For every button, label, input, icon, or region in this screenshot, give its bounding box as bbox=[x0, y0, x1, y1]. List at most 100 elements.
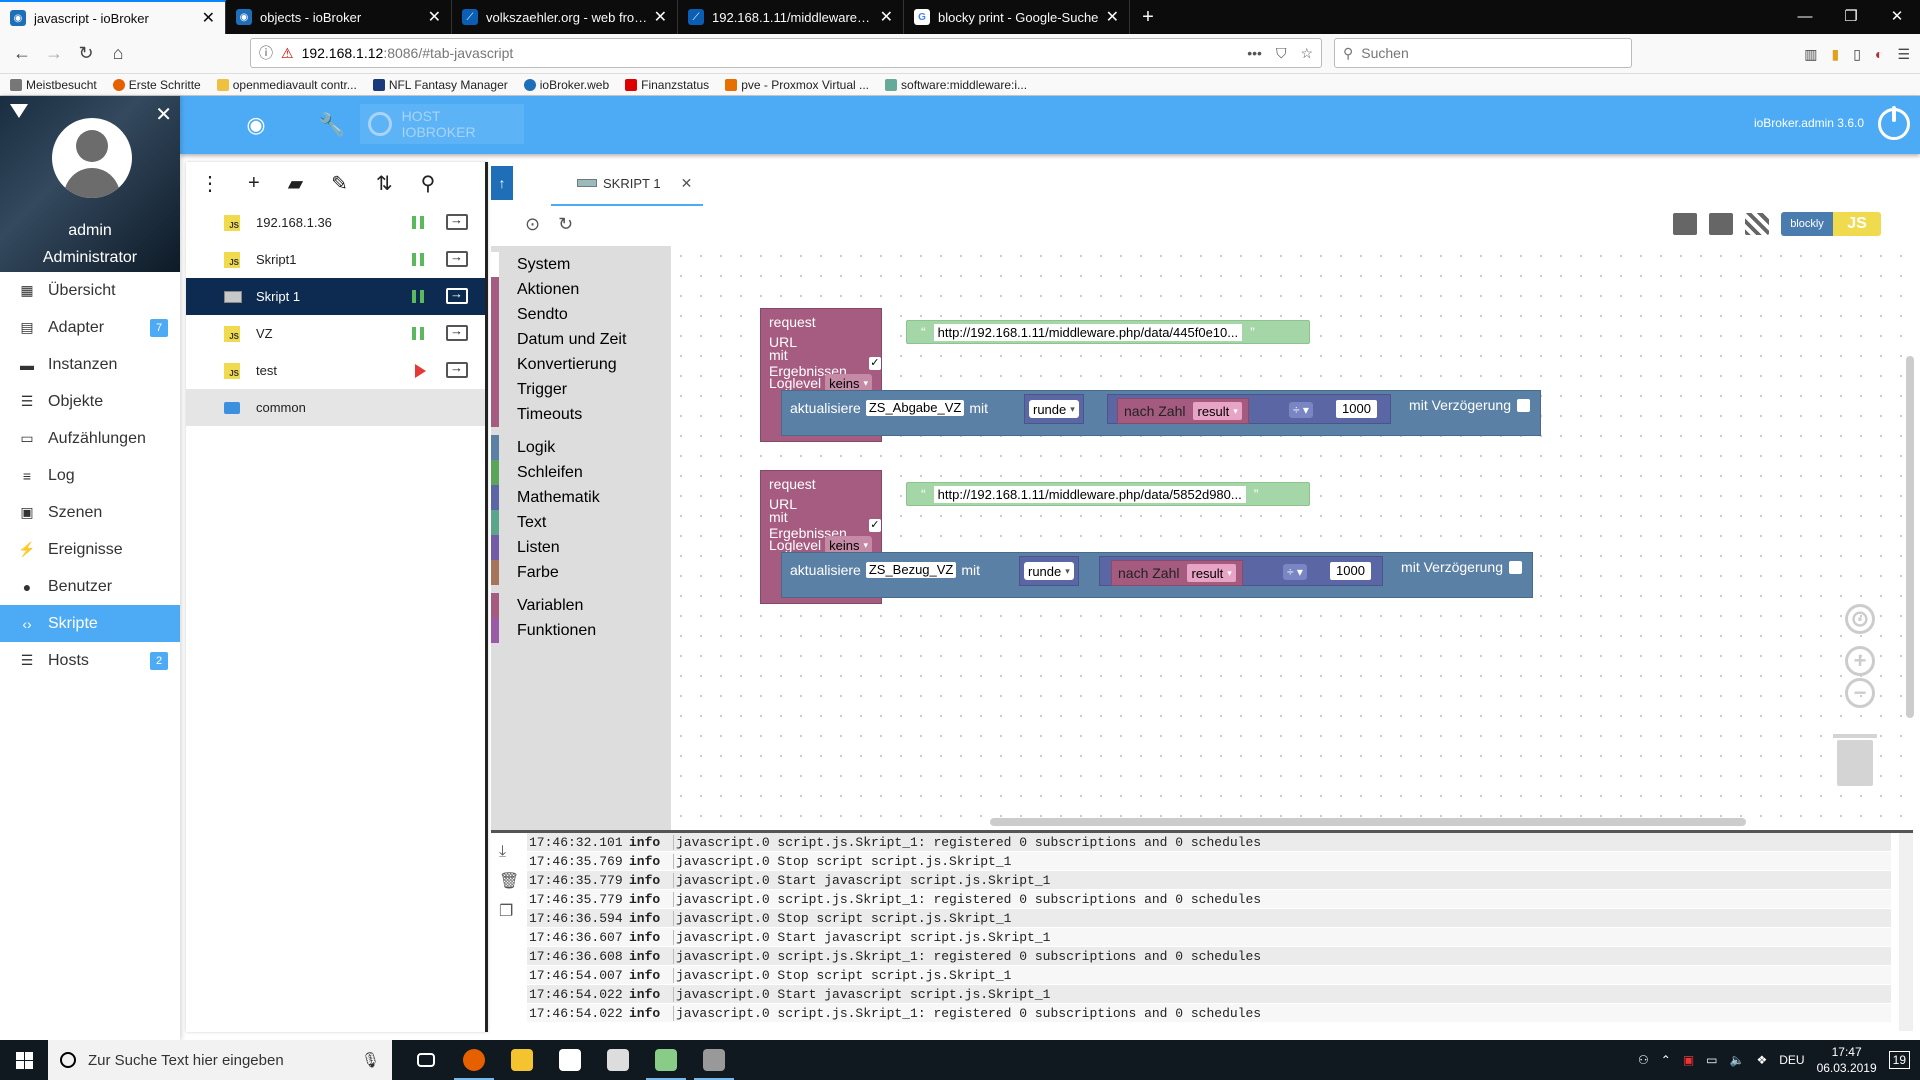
sort-icon[interactable]: ⇅ bbox=[376, 171, 393, 196]
import-icon[interactable] bbox=[1709, 213, 1733, 235]
language-indicator[interactable]: DEU bbox=[1779, 1053, 1804, 1067]
number-block[interactable]: 1000 bbox=[1333, 397, 1380, 421]
variable-name[interactable]: ZS_Bezug_VZ bbox=[865, 562, 957, 578]
library-icon[interactable]: ▥ bbox=[1804, 46, 1817, 63]
task-view-icon[interactable] bbox=[402, 1040, 450, 1080]
close-tab-icon[interactable]: ✕ bbox=[428, 7, 441, 27]
bookmark-item[interactable]: software:middleware:i... bbox=[885, 78, 1027, 92]
store-icon[interactable] bbox=[546, 1040, 594, 1080]
power-icon[interactable] bbox=[1878, 106, 1910, 140]
pause-icon[interactable] bbox=[412, 253, 424, 266]
microphone-icon[interactable]: 🎙 bbox=[361, 1051, 380, 1069]
blockly-workspace[interactable]: request URL mit Ergebnissen ✓ Loglevel kei… bbox=[671, 246, 1913, 830]
toolbox-category-datum-und-zeit[interactable]: Datum und Zeit bbox=[491, 327, 671, 352]
file-explorer-icon[interactable] bbox=[498, 1040, 546, 1080]
mail-icon[interactable] bbox=[594, 1040, 642, 1080]
log-scrollbar[interactable] bbox=[1899, 833, 1913, 1031]
close-window-icon[interactable]: ✕ bbox=[1874, 0, 1920, 34]
tray-app-icon[interactable]: ▣ bbox=[1683, 1053, 1694, 1067]
calculator-icon[interactable] bbox=[690, 1040, 738, 1080]
sidebar-item-benutzer[interactable]: ● Benutzer bbox=[0, 568, 180, 605]
toolbox-category-text[interactable]: Text bbox=[491, 510, 671, 535]
close-tab-icon[interactable]: ✕ bbox=[1106, 7, 1119, 27]
variable-name[interactable]: ZS_Abgabe_VZ bbox=[865, 400, 965, 416]
url-string-block[interactable]: “ http://192.168.1.11/middleware.php/dat… bbox=[906, 482, 1310, 506]
round-dropdown[interactable]: runde bbox=[1029, 400, 1079, 418]
workspace-horizontal-scrollbar[interactable] bbox=[990, 818, 1746, 826]
delay-checkbox[interactable] bbox=[1509, 560, 1522, 574]
url-value[interactable]: http://192.168.1.11/middleware.php/data/… bbox=[933, 323, 1243, 341]
scroll-down-icon[interactable]: ⤓ bbox=[499, 843, 519, 861]
volume-icon[interactable]: 🔈 bbox=[1730, 1053, 1745, 1067]
firefox-icon[interactable] bbox=[450, 1040, 498, 1080]
more-vert-icon[interactable]: ⋮ bbox=[200, 171, 220, 196]
round-block[interactable]: runde bbox=[1019, 556, 1079, 586]
copy-icon[interactable]: ❐ bbox=[499, 901, 519, 921]
pause-icon[interactable] bbox=[412, 327, 424, 340]
toolbox-category-logik[interactable]: Logik bbox=[491, 435, 671, 460]
tab-skript-1[interactable]: SKRIPT 1 ✕ bbox=[551, 162, 703, 206]
export-icon[interactable] bbox=[1673, 213, 1697, 235]
round-dropdown[interactable]: runde bbox=[1024, 562, 1074, 580]
dropbox-icon[interactable]: ❖ bbox=[1756, 1053, 1767, 1067]
pause-icon[interactable] bbox=[412, 216, 424, 229]
extension-icon[interactable]: ▮ bbox=[1832, 46, 1840, 63]
search-icon[interactable]: ⚲ bbox=[421, 171, 436, 196]
workspace-vertical-scrollbar[interactable] bbox=[1906, 356, 1914, 718]
trash-icon[interactable] bbox=[1833, 734, 1877, 786]
browser-tab-objects[interactable]: ◉ objects - ioBroker ✕ bbox=[226, 0, 452, 34]
bookmark-item[interactable]: Finanzstatus bbox=[625, 78, 709, 92]
reload-icon[interactable]: ↻ bbox=[70, 38, 102, 70]
toolbox-category-schleifen[interactable]: Schleifen bbox=[491, 460, 671, 485]
people-icon[interactable]: ⚇ bbox=[1638, 1053, 1649, 1067]
taskbar-search[interactable]: Zur Suche Text hier eingeben 🎙 bbox=[48, 1040, 392, 1080]
number-value[interactable]: 1000 bbox=[1336, 400, 1377, 418]
forward-icon[interactable]: → bbox=[38, 38, 70, 70]
app-icon[interactable] bbox=[642, 1040, 690, 1080]
operator-dropdown[interactable]: ÷ ▾ bbox=[1289, 402, 1313, 418]
play-icon[interactable] bbox=[415, 364, 426, 378]
sidebar-item-instanzen[interactable]: ▬ Instanzen bbox=[0, 346, 180, 383]
close-icon[interactable]: ✕ bbox=[681, 175, 693, 192]
debug-flag-icon[interactable] bbox=[1745, 213, 1769, 235]
tree-script[interactable]: JS test bbox=[186, 352, 485, 389]
url-string-block[interactable]: “ http://192.168.1.11/middleware.php/dat… bbox=[906, 320, 1310, 344]
tree-script[interactable]: JS Skript1 bbox=[186, 241, 485, 278]
tree-script[interactable]: JS 192.168.1.36 bbox=[186, 204, 485, 241]
page-actions-icon[interactable]: ••• bbox=[1247, 45, 1262, 62]
info-icon[interactable]: ⓘ bbox=[259, 43, 273, 63]
eye-icon[interactable]: ◉ bbox=[240, 110, 272, 140]
delete-log-icon[interactable]: 🗑 bbox=[499, 871, 519, 891]
number-value[interactable]: 1000 bbox=[1330, 562, 1371, 580]
sidebar-item-hosts[interactable]: ☰ Hosts 2 bbox=[0, 642, 180, 679]
toolbox-category-trigger[interactable]: Trigger bbox=[491, 377, 671, 402]
sidebar-item-skripte[interactable]: ‹› Skripte bbox=[0, 605, 180, 642]
start-button[interactable] bbox=[0, 1040, 48, 1080]
tree-script[interactable]: JS VZ bbox=[186, 315, 485, 352]
bookmark-item[interactable]: ioBroker.web bbox=[523, 78, 609, 92]
zoom-out-icon[interactable]: − bbox=[1845, 678, 1875, 708]
bookmark-item[interactable]: Meistbesucht bbox=[10, 78, 97, 92]
toolbox-category-variablen[interactable]: Variablen bbox=[491, 593, 671, 618]
export-script-icon[interactable] bbox=[446, 212, 468, 230]
notification-center-icon[interactable]: 19 bbox=[1888, 1051, 1910, 1069]
export-script-icon[interactable] bbox=[446, 286, 468, 304]
pocket-icon[interactable]: ⛉ bbox=[1276, 45, 1287, 62]
sidebar-icon[interactable]: ▯ bbox=[1853, 46, 1861, 63]
toolbox-category-system[interactable]: System bbox=[491, 252, 671, 277]
back-icon[interactable]: ← bbox=[6, 38, 38, 70]
show-hidden-icon[interactable]: ⌃ bbox=[1661, 1053, 1671, 1067]
toolbox-category-listen[interactable]: Listen bbox=[491, 535, 671, 560]
home-icon[interactable]: ⌂ bbox=[102, 38, 134, 70]
network-icon[interactable]: ▭ bbox=[1706, 1053, 1717, 1067]
sidebar-item-szenen[interactable]: ▣ Szenen bbox=[0, 494, 180, 531]
upload-icon[interactable]: ↑ bbox=[491, 166, 513, 200]
bookmark-item[interactable]: Erste Schritte bbox=[112, 78, 201, 92]
address-bar[interactable]: ⓘ ⚠ 192.168.1.12 :8086/#tab-javascript •… bbox=[250, 38, 1322, 68]
delay-checkbox[interactable] bbox=[1517, 398, 1530, 412]
browser-tab-volkszaehler[interactable]: ⟋ volkszaehler.org - web frontend ✕ bbox=[452, 0, 678, 34]
browser-search-field[interactable]: ⚲ Suchen bbox=[1334, 38, 1632, 68]
blockly-js-toggle[interactable]: blockly JS bbox=[1781, 212, 1881, 236]
account-icon[interactable]: ◐ bbox=[1875, 46, 1883, 62]
url-value[interactable]: http://192.168.1.11/middleware.php/data/… bbox=[933, 485, 1246, 503]
